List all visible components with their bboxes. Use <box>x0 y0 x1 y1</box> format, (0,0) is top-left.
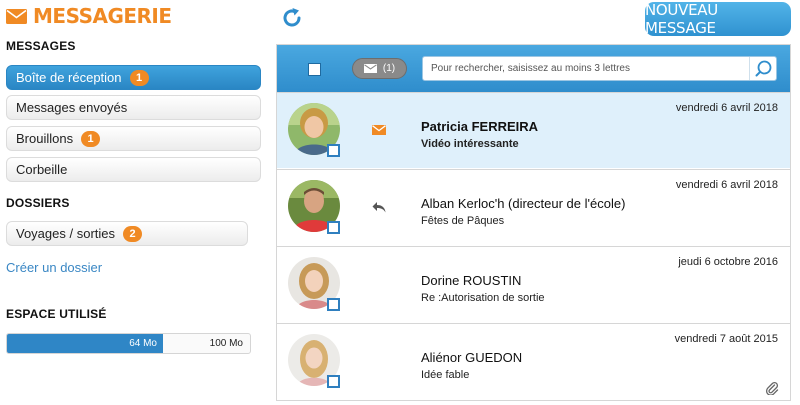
search-input[interactable] <box>423 57 748 80</box>
new-message-button[interactable]: NOUVEAU MESSAGE <box>645 1 791 37</box>
folder-inbox-label: Boîte de réception <box>16 70 122 85</box>
search-icon <box>755 60 771 77</box>
message-list-panel: (1) Patricia <box>276 44 791 401</box>
app-brand: MESSAGERIE <box>6 4 172 28</box>
message-date: vendredi 6 avril 2018 <box>675 179 778 191</box>
message-sender: Aliénor GUEDON <box>421 350 523 365</box>
app-title: MESSAGERIE <box>33 4 172 28</box>
search-box <box>422 56 777 81</box>
message-checkbox[interactable] <box>327 298 340 311</box>
voyages-count-badge: 2 <box>123 225 142 242</box>
message-subject: Vidéo intéressante <box>421 138 519 150</box>
refresh-icon <box>283 8 301 27</box>
folder-trash-label: Corbeille <box>16 162 68 177</box>
message-row[interactable]: Dorine ROUSTIN Re :Autorisation de sorti… <box>277 246 790 322</box>
folder-inbox[interactable]: Boîte de réception 1 <box>6 65 261 90</box>
message-sender: Dorine ROUSTIN <box>421 273 522 288</box>
dossiers-section-title: DOSSIERS <box>6 196 70 210</box>
message-subject: Fêtes de Pâques <box>421 215 505 227</box>
messages-section-title: MESSAGES <box>6 39 76 53</box>
refresh-button[interactable] <box>280 6 304 30</box>
folder-drafts-label: Brouillons <box>16 131 74 146</box>
unread-filter-toggle[interactable]: (1) <box>352 58 407 79</box>
inbox-count-badge: 1 <box>129 69 149 86</box>
folder-drafts[interactable]: Brouillons 1 <box>6 126 261 151</box>
reply-icon <box>372 202 386 213</box>
message-checkbox[interactable] <box>327 221 340 234</box>
paperclip-icon <box>765 381 779 395</box>
message-toolbar: (1) <box>277 45 790 92</box>
message-subject: Re :Autorisation de sortie <box>421 292 545 304</box>
select-all-checkbox[interactable] <box>308 63 321 76</box>
folder-voyages-label: Voyages / sorties <box>16 226 115 241</box>
message-sender: Patricia FERREIRA <box>421 119 539 134</box>
message-date: vendredi 7 août 2015 <box>674 333 778 345</box>
folder-sent[interactable]: Messages envoyés <box>6 95 261 120</box>
sidebar: MESSAGERIE MESSAGES Boîte de réception 1… <box>0 0 268 405</box>
message-sender: Alban Kerloc'h (directeur de l'école) <box>421 196 626 211</box>
message-row[interactable]: Patricia FERREIRA Vidéo intéressante ven… <box>277 92 790 168</box>
create-folder-link[interactable]: Créer un dossier <box>6 260 102 275</box>
folder-sent-label: Messages envoyés <box>16 100 128 115</box>
message-checkbox[interactable] <box>327 375 340 388</box>
search-button[interactable] <box>749 57 776 80</box>
unread-filter-count: (1) <box>382 63 396 74</box>
message-row[interactable]: Alban Kerloc'h (directeur de l'école) Fê… <box>277 169 790 245</box>
message-subject: Idée fable <box>421 369 470 381</box>
drafts-count-badge: 1 <box>81 130 101 147</box>
storage-usage-bar: 64 Mo 100 Mo <box>6 333 251 354</box>
folder-trash[interactable]: Corbeille <box>6 157 261 182</box>
message-date: jeudi 6 octobre 2016 <box>678 256 778 268</box>
folder-voyages-sorties[interactable]: Voyages / sorties 2 <box>6 221 248 246</box>
storage-total-label: 100 Mo <box>209 338 243 349</box>
envelope-icon <box>363 64 377 73</box>
storage-section-title: ESPACE UTILISÉ <box>6 307 107 321</box>
message-date: vendredi 6 avril 2018 <box>675 102 778 114</box>
envelope-icon <box>6 8 27 24</box>
storage-used-label: 64 Mo <box>129 338 157 349</box>
envelope-icon <box>372 125 386 135</box>
message-checkbox[interactable] <box>327 144 340 157</box>
message-row[interactable]: Aliénor GUEDON Idée fable vendredi 7 aoû… <box>277 323 790 399</box>
